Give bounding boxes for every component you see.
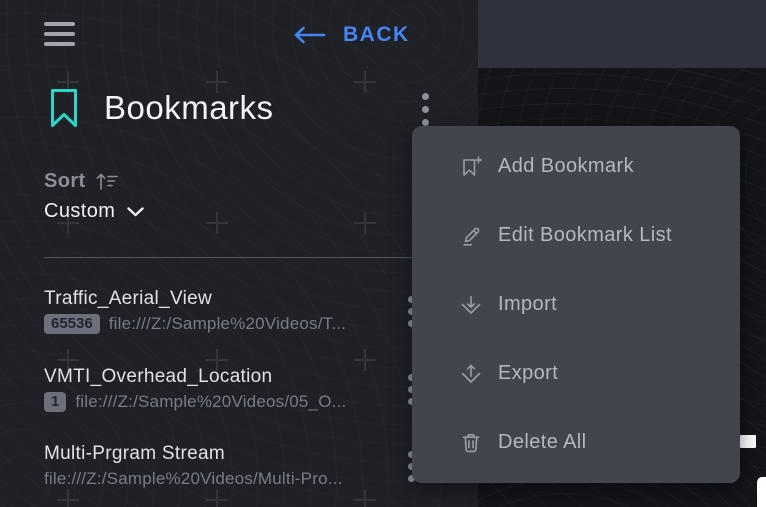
menu-item-label: Delete All: [498, 431, 587, 453]
bookmarks-options-button[interactable]: [422, 93, 429, 126]
back-arrow-icon: [294, 26, 326, 44]
bookmark-list-item[interactable]: Multi-Prgram Stream file:///Z:/Sample%20…: [44, 443, 464, 489]
menu-item-delete-all[interactable]: Delete All: [412, 408, 740, 477]
context-menu: Add Bookmark Edit Bookmark List Import E…: [412, 126, 740, 483]
sort-label: Sort: [44, 170, 86, 192]
bookmark-list-item[interactable]: VMTI_Overhead_Location 1 file:///Z:/Samp…: [44, 366, 464, 412]
screen: BACK Bookmarks Sort Custom Traffic_Aeria…: [0, 0, 766, 507]
bookmark-title: Multi-Prgram Stream: [44, 443, 225, 464]
panel-header: Bookmarks: [50, 88, 274, 128]
bookmark-icon: [51, 89, 77, 127]
map-control[interactable]: [740, 435, 756, 448]
menu-item-edit-bookmark-list[interactable]: Edit Bookmark List: [412, 201, 740, 270]
chevron-down-icon: [127, 206, 145, 216]
hamburger-menu-button[interactable]: [44, 22, 75, 46]
map-control[interactable]: [757, 477, 766, 507]
bookmarks-panel: BACK Bookmarks Sort Custom Traffic_Aeria…: [0, 0, 478, 507]
export-icon: [461, 364, 481, 383]
menu-item-export[interactable]: Export: [412, 339, 740, 408]
back-button[interactable]: BACK: [293, 22, 410, 48]
back-button-label: BACK: [343, 23, 410, 46]
sort-dropdown[interactable]: Custom: [44, 200, 145, 223]
plus-grid-decoration: [57, 71, 376, 507]
menu-item-label: Edit Bookmark List: [498, 224, 672, 246]
bookmark-path: file:///Z:/Sample%20Videos/T...: [108, 314, 347, 333]
bookmark-path: file:///Z:/Sample%20Videos/Multi-Pro...: [44, 469, 343, 488]
sort-order-icon[interactable]: [95, 171, 119, 192]
page-title: Bookmarks: [104, 89, 274, 126]
sort-dropdown-value: Custom: [44, 200, 116, 222]
menu-item-import[interactable]: Import: [412, 270, 740, 339]
bookmark-badge: 65536: [44, 314, 100, 334]
sort-block: Sort Custom: [44, 170, 145, 223]
menu-item-label: Add Bookmark: [498, 155, 634, 177]
bookmark-badge: 1: [44, 392, 67, 412]
bookmark-title: VMTI_Overhead_Location: [44, 366, 273, 387]
menu-item-label: Export: [498, 362, 559, 384]
bookmark-title: Traffic_Aerial_View: [44, 288, 212, 309]
bookmark-path: file:///Z:/Sample%20Videos/05_O...: [75, 392, 347, 411]
bookmark-list-item[interactable]: Traffic_Aerial_View 65536 file:///Z:/Sam…: [44, 288, 464, 334]
menu-item-label: Import: [498, 293, 558, 315]
import-icon: [461, 295, 481, 314]
edit-icon: [463, 227, 480, 246]
delete-icon: [462, 433, 480, 452]
map-toolbar: [478, 0, 766, 68]
menu-item-add-bookmark[interactable]: Add Bookmark: [412, 132, 740, 201]
add-bookmark-icon: [463, 155, 483, 176]
